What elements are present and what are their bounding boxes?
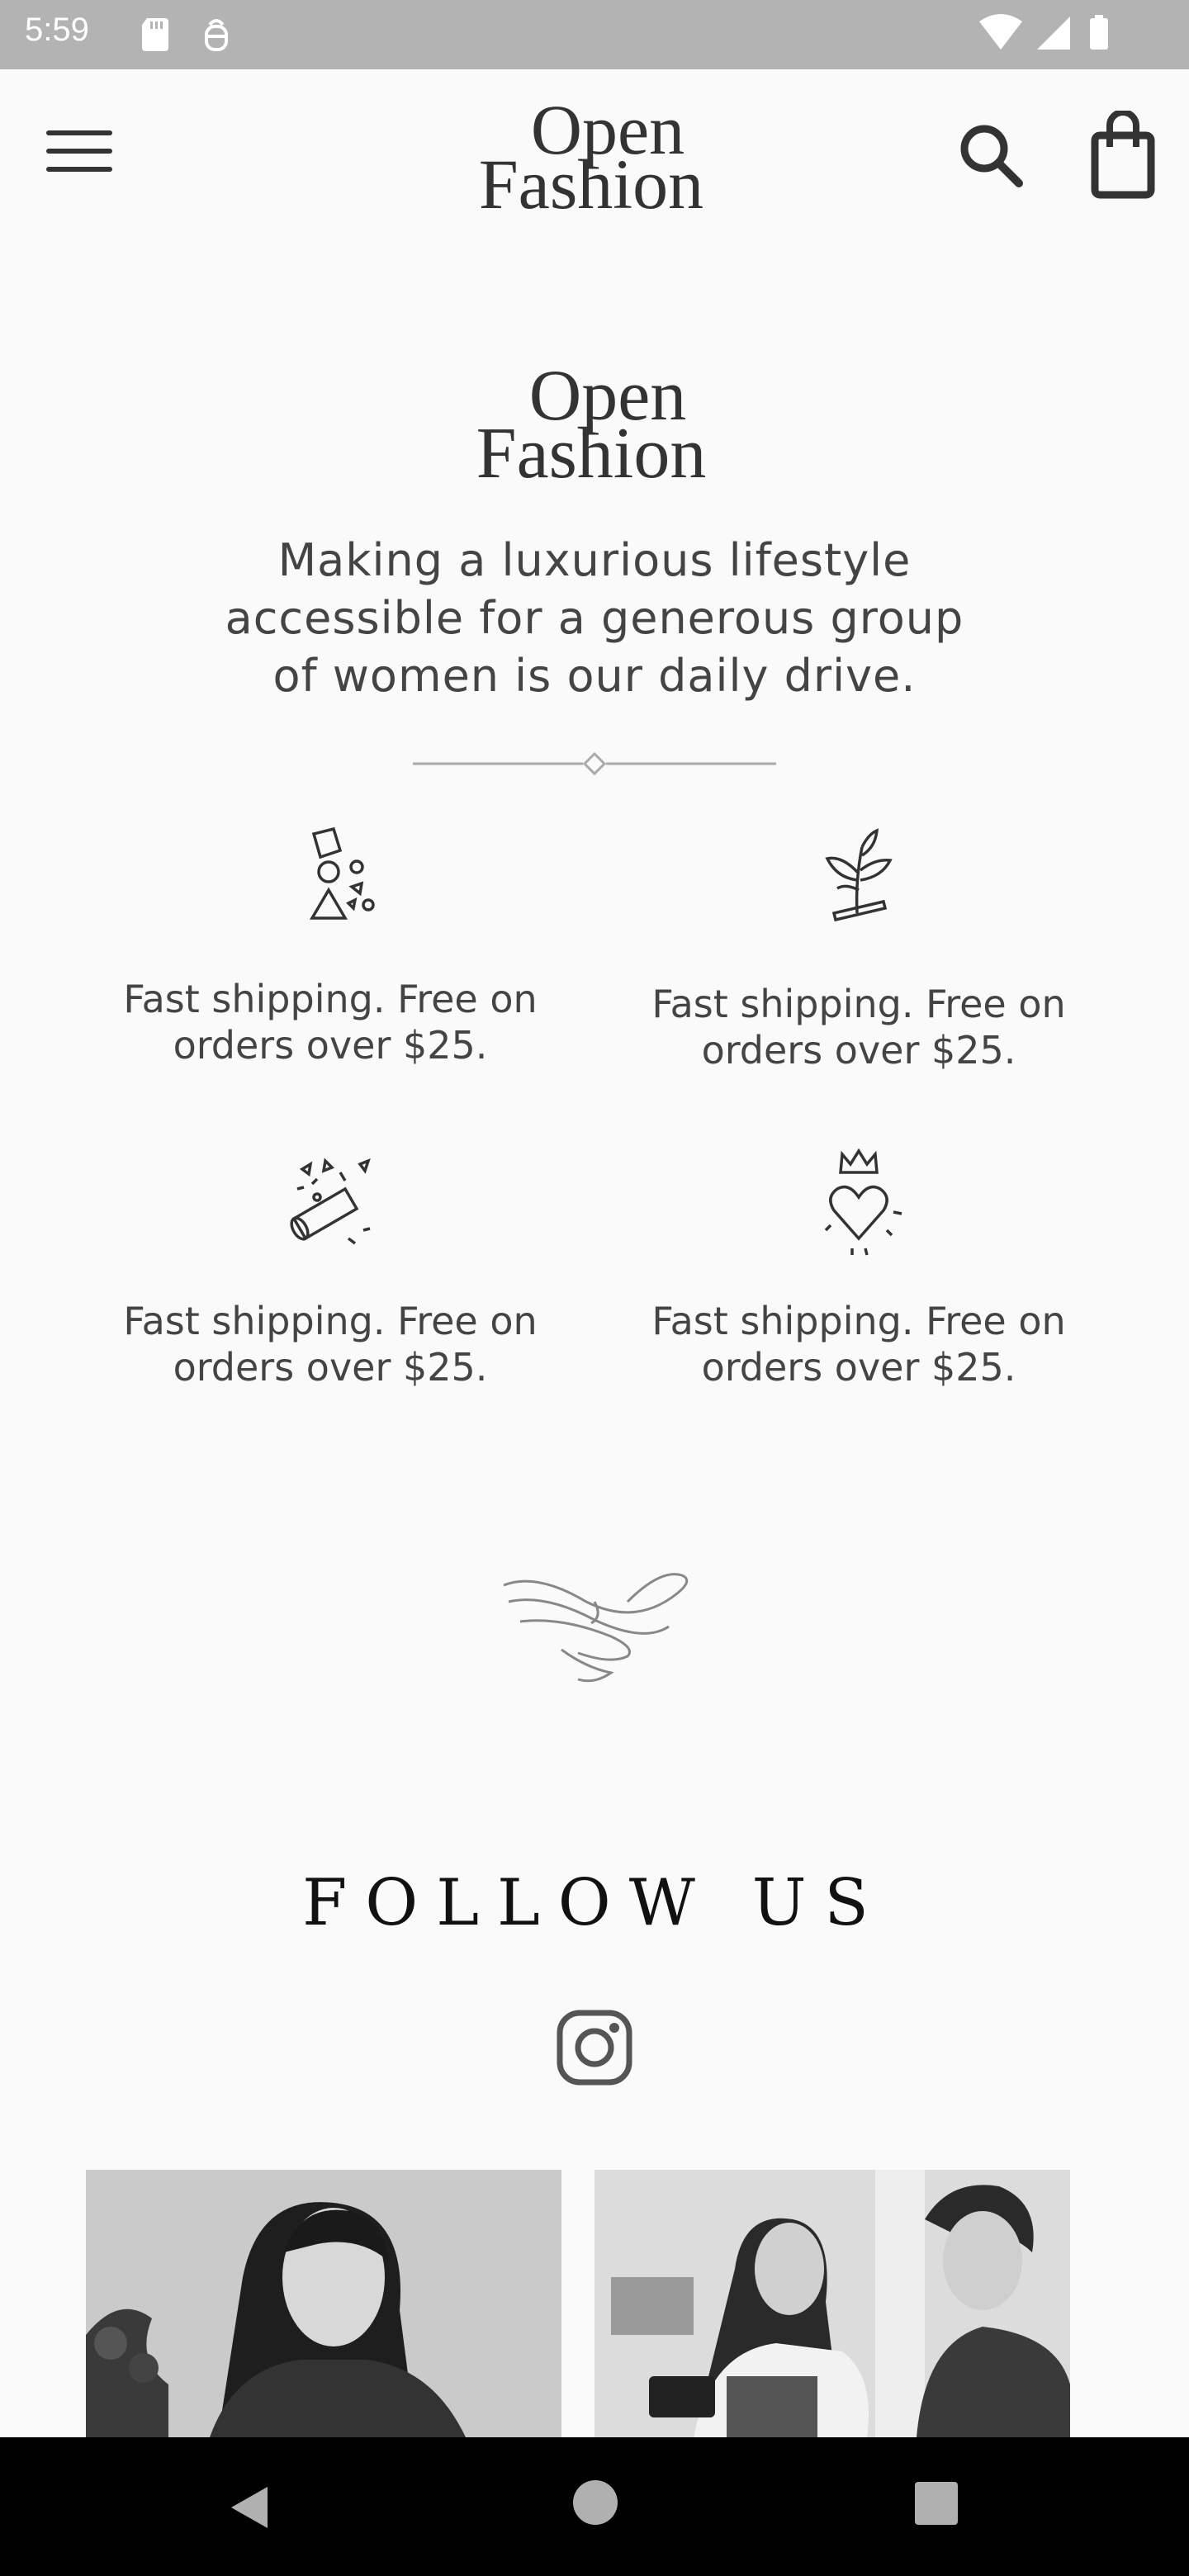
tagline-line: accessible for a generous group [225, 592, 964, 644]
cell-signal-icon [1037, 17, 1070, 50]
back-icon[interactable] [221, 2479, 279, 2536]
status-bar: 5:59 [0, 0, 1189, 69]
bug-icon [205, 19, 228, 51]
diamond-divider [413, 751, 776, 776]
plant-icon [825, 828, 893, 922]
feature-line: orders over $25. [701, 1028, 1016, 1073]
instagram-icon[interactable] [553, 2006, 636, 2089]
home-icon[interactable] [573, 2480, 618, 2525]
app-bar: Open Fashion [0, 69, 1189, 234]
hero-logo: Open Fashion [476, 356, 707, 487]
feature-text: Fast shipping. Free on orders over $25. [594, 1298, 1123, 1390]
status-time: 5:59 [25, 12, 89, 48]
feature-line: orders over $25. [701, 1345, 1016, 1390]
hamburger-menu-icon[interactable] [46, 129, 112, 178]
feature-line: orders over $25. [173, 1345, 488, 1390]
sd-card-icon [142, 18, 168, 51]
feature-text: Fast shipping. Free on orders over $25. [594, 981, 1123, 1073]
feature-item: Fast shipping. Free on orders over $25. [594, 1139, 1123, 1390]
feature-line: Fast shipping. Free on [651, 1299, 1066, 1343]
recents-icon[interactable] [915, 2482, 958, 2525]
hero-tagline: Making a luxurious lifestyle accessible … [165, 532, 1024, 705]
battery-icon [1090, 15, 1108, 50]
instagram-photo[interactable] [86, 2170, 561, 2437]
instagram-photo[interactable] [594, 2170, 1070, 2437]
shapes-icon [309, 826, 375, 920]
feature-item: Fast shipping. Free on orders over $25. [66, 1139, 594, 1390]
feature-item: Fast shipping. Free on orders over $25. [594, 822, 1123, 1073]
feature-text: Fast shipping. Free on orders over $25. [66, 1298, 594, 1390]
camera [649, 2376, 715, 2417]
feature-line: orders over $25. [173, 1023, 488, 1068]
follow-us-title: FOLLOW US [302, 1866, 887, 1940]
logo-line2: Fashion [479, 144, 703, 215]
status-right-icons [974, 13, 1156, 58]
feature-text: Fast shipping. Free on orders over $25. [66, 976, 594, 1068]
flourish-ornament [503, 1573, 689, 1683]
wifi-icon [979, 14, 1022, 50]
brand-logo[interactable]: Open Fashion [446, 91, 743, 215]
system-nav-bar [0, 2437, 1189, 2576]
feature-line: Fast shipping. Free on [123, 1299, 538, 1343]
shopping-bag-icon[interactable] [1082, 111, 1164, 201]
feature-line: Fast shipping. Free on [651, 982, 1066, 1026]
photo-couple-with-camera [594, 2170, 1070, 2437]
tagline-line: Making a luxurious lifestyle [277, 534, 912, 586]
crowned-heart-icon [824, 1148, 902, 1256]
cracker-icon [290, 1158, 371, 1245]
feature-item: Fast shipping. Free on orders over $25. [66, 817, 594, 1068]
search-icon[interactable] [950, 114, 1032, 197]
hero-logo-line2: Fashion [476, 414, 707, 487]
photo-woman-smiling [86, 2170, 561, 2437]
feature-line: Fast shipping. Free on [123, 977, 538, 1021]
tagline-line: of women is our daily drive. [272, 650, 917, 702]
